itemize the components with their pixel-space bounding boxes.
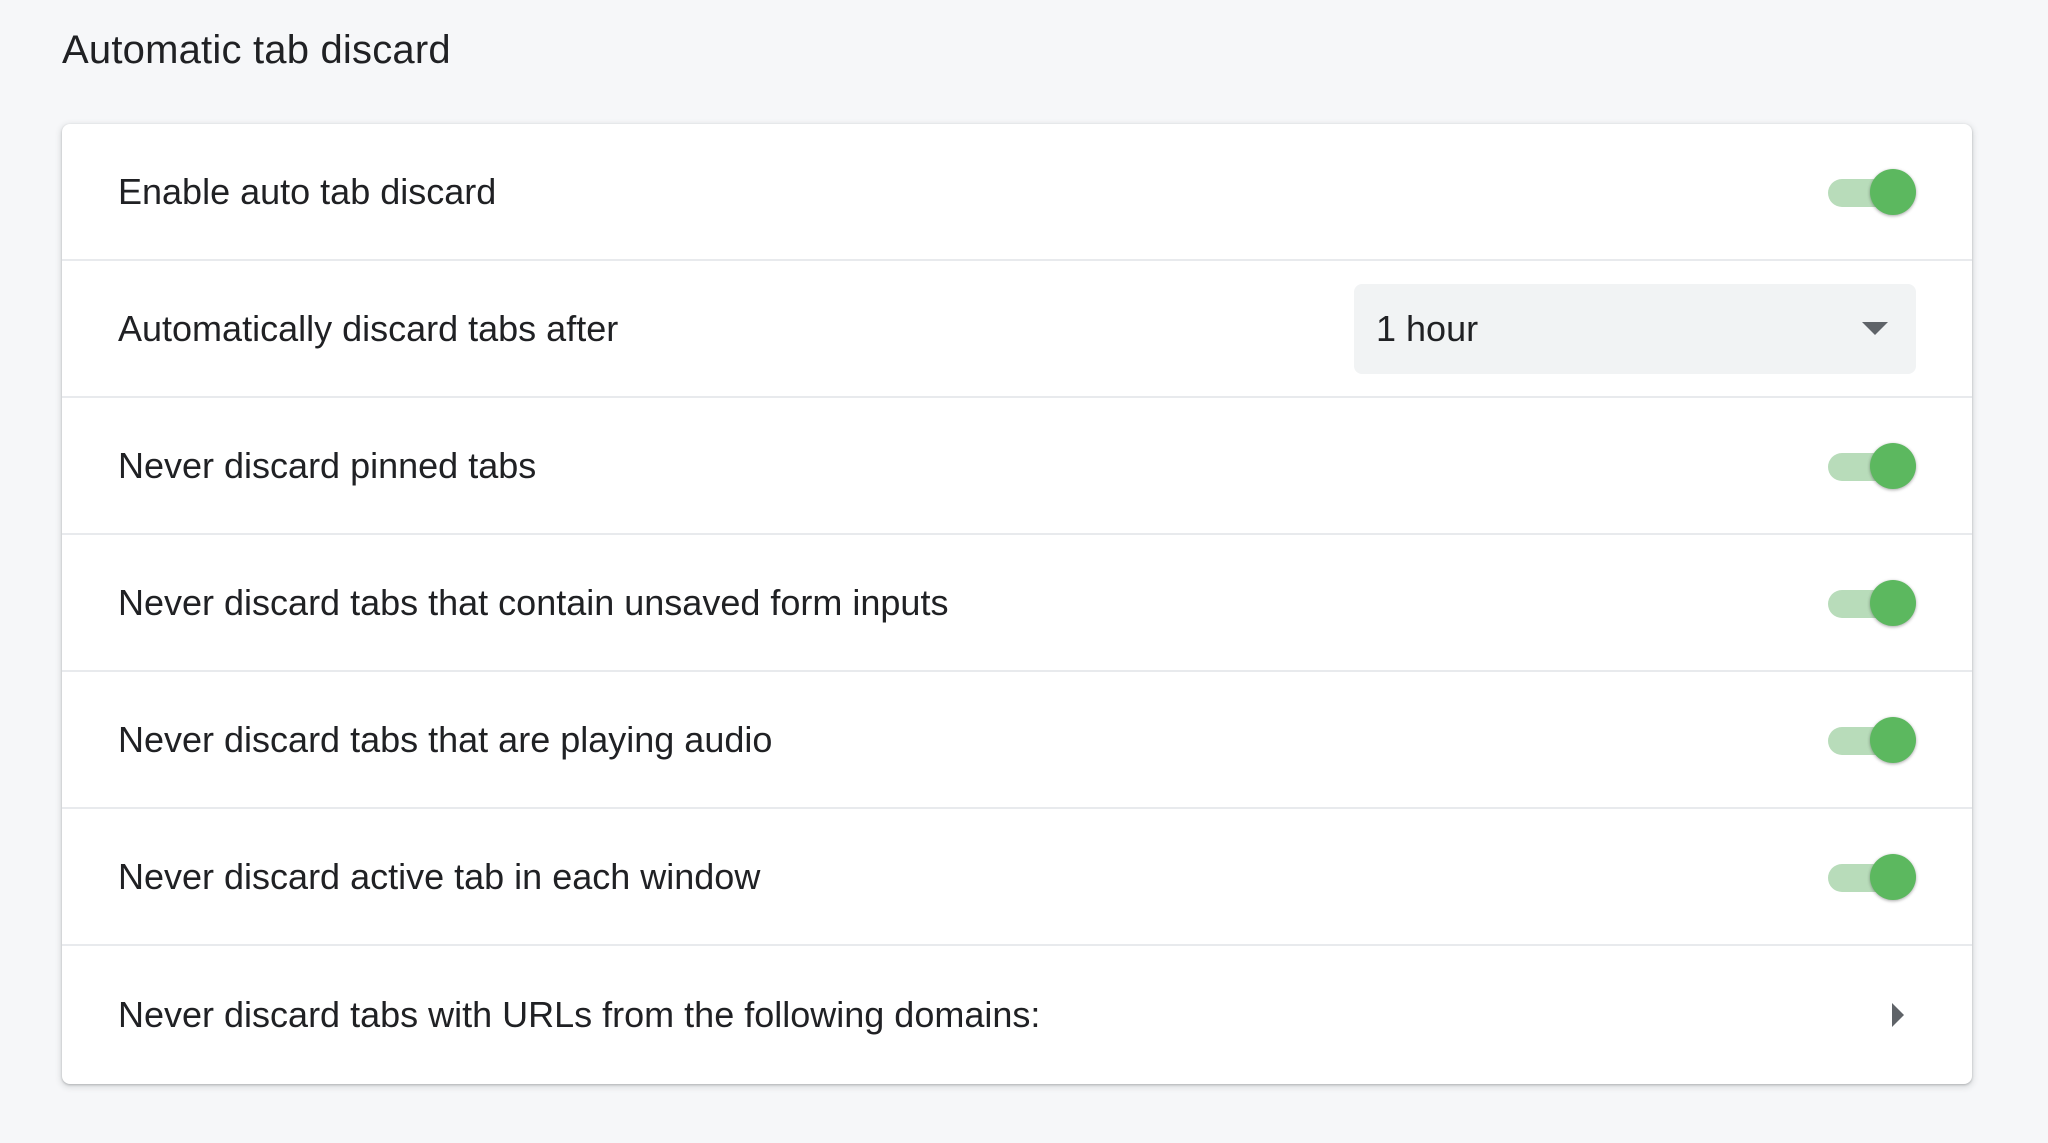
setting-label: Never discard active tab in each window <box>118 855 761 897</box>
setting-row-never-domains[interactable]: Never discard tabs with URLs from the fo… <box>62 946 1972 1084</box>
toggle-knob <box>1870 716 1916 763</box>
never-discard-audio-toggle[interactable] <box>1826 713 1916 767</box>
page-title: Automatic tab discard <box>62 28 451 72</box>
enable-auto-discard-toggle[interactable] <box>1826 165 1916 219</box>
setting-label: Never discard tabs that are playing audi… <box>118 718 773 760</box>
never-discard-form-inputs-toggle[interactable] <box>1826 576 1916 630</box>
toggle-knob <box>1870 579 1916 626</box>
toggle-knob <box>1870 168 1916 215</box>
dropdown-caret-icon <box>1862 322 1888 335</box>
chevron-right-icon[interactable] <box>1892 1003 1904 1027</box>
settings-card: Enable auto tab discard Automatically di… <box>62 124 1972 1084</box>
setting-label: Enable auto tab discard <box>118 170 497 212</box>
setting-label: Never discard tabs that contain unsaved … <box>118 581 949 623</box>
setting-row-never-audio: Never discard tabs that are playing audi… <box>62 672 1972 809</box>
toggle-knob <box>1870 442 1916 489</box>
select-value: 1 hour <box>1376 307 1479 349</box>
never-discard-pinned-toggle[interactable] <box>1826 439 1916 493</box>
setting-row-never-pinned: Never discard pinned tabs <box>62 398 1972 535</box>
setting-label: Automatically discard tabs after <box>118 307 619 349</box>
discard-after-select[interactable]: 1 hour <box>1354 283 1916 374</box>
setting-label: Never discard tabs with URLs from the fo… <box>118 994 1041 1035</box>
setting-row-never-active: Never discard active tab in each window <box>62 809 1972 946</box>
setting-row-discard-after: Automatically discard tabs after 1 hour <box>62 261 1972 398</box>
toggle-knob <box>1870 853 1916 900</box>
setting-row-never-form-inputs: Never discard tabs that contain unsaved … <box>62 535 1972 672</box>
setting-row-enable-auto-discard: Enable auto tab discard <box>62 124 1972 261</box>
never-discard-active-toggle[interactable] <box>1826 850 1916 904</box>
setting-label: Never discard pinned tabs <box>118 444 537 486</box>
